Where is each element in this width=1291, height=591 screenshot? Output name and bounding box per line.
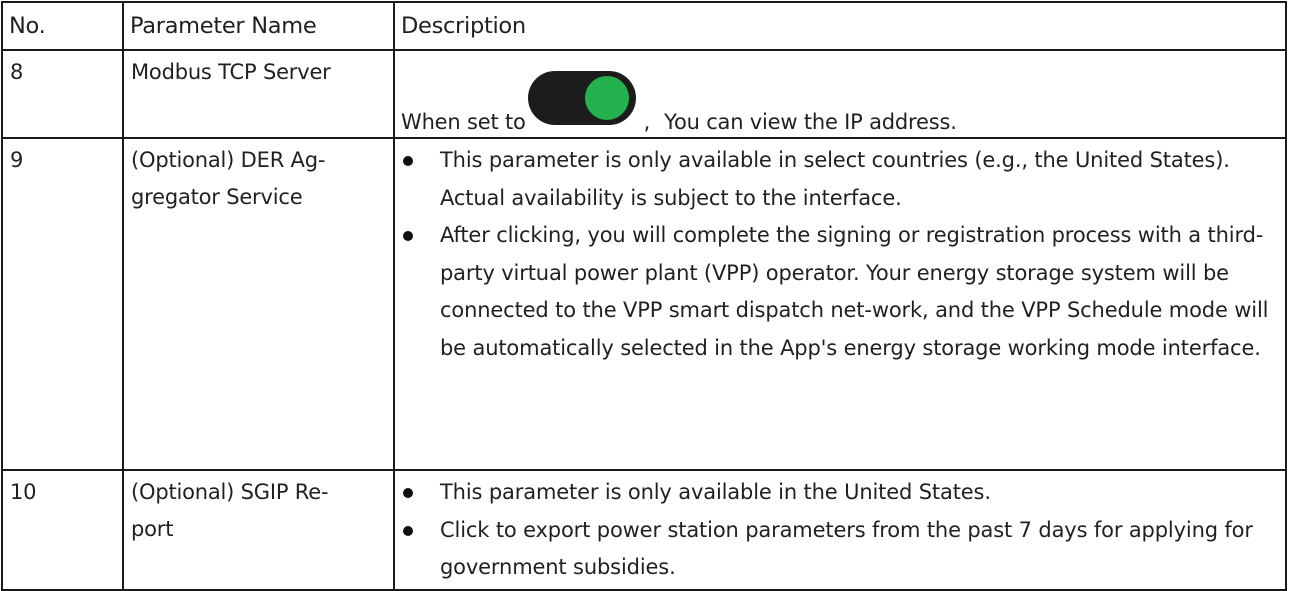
bullet-icon — [403, 488, 413, 498]
parameter-name-cell: Modbus TCP Server — [122, 49, 395, 139]
parameter-name-line: (Optional) DER Ag- — [131, 148, 326, 172]
row-number: 10 — [10, 480, 37, 504]
description-cell: This parameter is only available in sele… — [393, 137, 1287, 471]
parameter-table: No. Parameter Name Description 8 Modbus … — [1, 1, 1287, 591]
parameter-name: (Optional) DER Ag- gregator Service — [124, 139, 393, 216]
row-number: 8 — [10, 60, 24, 84]
toggle-knob — [584, 76, 629, 120]
parameter-name-line: (Optional) SGIP Re- — [131, 480, 329, 504]
description-suffix: You can view the IP address. — [664, 110, 957, 134]
description-comma: , — [643, 110, 651, 134]
bullet-icon — [403, 525, 413, 536]
bullet-text: This parameter is only available in sele… — [440, 148, 1230, 210]
toggle-switch-on-icon — [527, 71, 636, 125]
parameter-name: Modbus TCP Server — [131, 60, 331, 84]
parameter-name-line: port — [131, 517, 174, 541]
bullet-text: This parameter is only available in the … — [440, 480, 991, 504]
header-parameter-name: Parameter Name — [122, 1, 395, 51]
description-bullet-list: This parameter is only available in sele… — [395, 139, 1285, 367]
description-cell: When set to, You can view the IP address. — [393, 49, 1287, 139]
description-prefix: When set to — [401, 110, 526, 134]
parameter-name-cell: (Optional) SGIP Re- port — [122, 469, 395, 591]
table-row: 8 Modbus TCP Server When set to, You can … — [1, 49, 1287, 139]
table-header-row: No. Parameter Name Description — [1, 1, 1287, 51]
list-item: After clicking, you will complete the si… — [401, 217, 1275, 367]
table-row: 10 (Optional) SGIP Re- port This paramet… — [1, 469, 1287, 591]
table-row: 9 (Optional) DER Ag- gregator Service Th… — [1, 137, 1287, 471]
list-item: This parameter is only available in the … — [401, 474, 1275, 512]
row-number-cell: 10 — [1, 469, 124, 591]
description-cell: This parameter is only available in the … — [393, 469, 1287, 591]
parameter-name: (Optional) SGIP Re- port — [124, 471, 393, 548]
parameter-name-line: gregator Service — [131, 185, 303, 209]
bullet-icon — [403, 156, 413, 166]
bullet-icon — [403, 231, 413, 241]
list-item: This parameter is only available in sele… — [401, 142, 1275, 217]
row-number-cell: 8 — [1, 49, 124, 139]
description-text: When set to, You can view the IP address. — [395, 51, 1285, 137]
header-description: Description — [393, 1, 1287, 51]
list-item: Click to export power station parameters… — [401, 512, 1275, 587]
header-no: No. — [1, 1, 124, 51]
row-number: 9 — [10, 148, 24, 172]
bullet-text: After clicking, you will complete the si… — [440, 223, 1269, 360]
description-bullet-list: This parameter is only available in the … — [395, 471, 1285, 587]
bullet-text: Click to export power station parameters… — [440, 517, 1253, 580]
parameter-name-cell: (Optional) DER Ag- gregator Service — [122, 137, 395, 471]
row-number-cell: 9 — [1, 137, 124, 471]
